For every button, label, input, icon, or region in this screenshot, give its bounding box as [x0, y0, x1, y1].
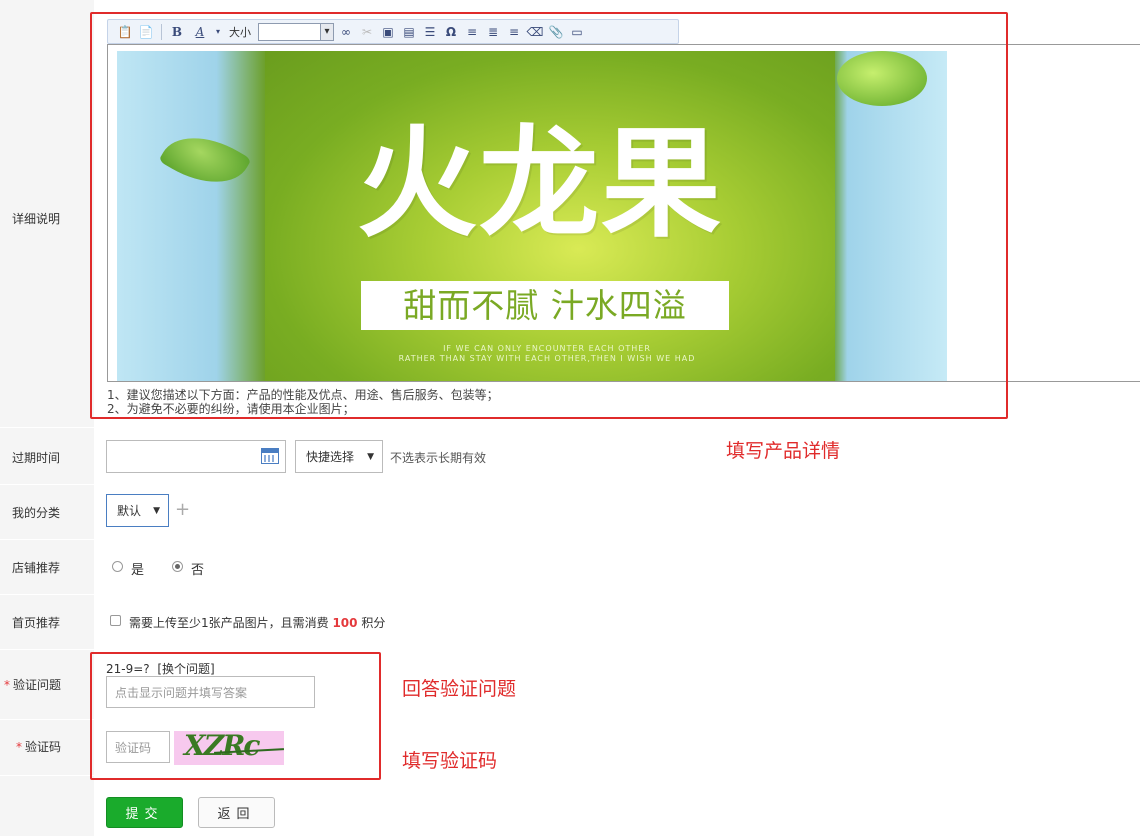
shop-recommend-no-label: 否: [191, 563, 205, 578]
row-divider: [0, 775, 94, 776]
annotation-text-detail: 填写产品详情: [726, 440, 841, 462]
back-button[interactable]: 返回: [198, 797, 275, 828]
caret-down-icon: ▼: [367, 451, 374, 462]
shop-recommend-yes-radio[interactable]: [112, 561, 123, 572]
quick-select-dropdown[interactable]: 快捷选择 ▼: [295, 440, 383, 473]
label-verify-code-text: 验证码: [25, 740, 62, 754]
required-mark: *: [4, 678, 10, 692]
submit-button[interactable]: 提交: [106, 797, 183, 828]
label-verify-question-text: 验证问题: [13, 678, 62, 692]
label-shop-recommend: 店铺推荐: [12, 561, 61, 575]
annotation-box-verification: [90, 652, 381, 780]
expire-hint: 不选表示长期有效: [390, 451, 487, 465]
row-divider: [0, 719, 94, 720]
shop-recommend-yes-label: 是: [131, 563, 145, 578]
home-recommend-text-before: 需要上传至少1张产品图片，且需消费: [129, 616, 333, 630]
category-select[interactable]: 默认 ▼: [106, 494, 169, 527]
label-verify-code: * 验证码: [0, 738, 94, 755]
required-mark: *: [16, 740, 22, 754]
label-column: [0, 0, 94, 836]
home-recommend-points: 100: [332, 616, 358, 630]
row-divider: [0, 427, 94, 428]
shop-recommend-no-radio[interactable]: [172, 561, 183, 572]
add-category-button[interactable]: +: [175, 499, 190, 520]
category-selected-label: 默认: [117, 504, 142, 518]
annotation-text-code: 填写验证码: [402, 750, 498, 772]
expire-date-input[interactable]: [106, 440, 286, 473]
label-home-recommend: 首页推荐: [12, 616, 61, 630]
row-divider: [0, 649, 94, 650]
label-detail: 详细说明: [12, 212, 61, 226]
row-divider: [0, 594, 94, 595]
label-verify-question: * 验证问题: [0, 676, 94, 693]
label-category: 我的分类: [12, 506, 61, 520]
home-recommend-text-after: 积分: [357, 616, 386, 630]
quick-select-label: 快捷选择: [306, 450, 355, 464]
label-expire: 过期时间: [12, 451, 61, 465]
calendar-icon[interactable]: [261, 448, 279, 464]
row-divider: [0, 484, 94, 485]
annotation-text-question: 回答验证问题: [402, 678, 517, 700]
home-recommend-text: 需要上传至少1张产品图片，且需消费 100 积分: [129, 614, 385, 631]
annotation-box-detail: [90, 12, 1008, 419]
row-divider: [0, 539, 94, 540]
caret-down-icon: ▼: [153, 505, 160, 516]
home-recommend-checkbox[interactable]: [110, 615, 121, 626]
